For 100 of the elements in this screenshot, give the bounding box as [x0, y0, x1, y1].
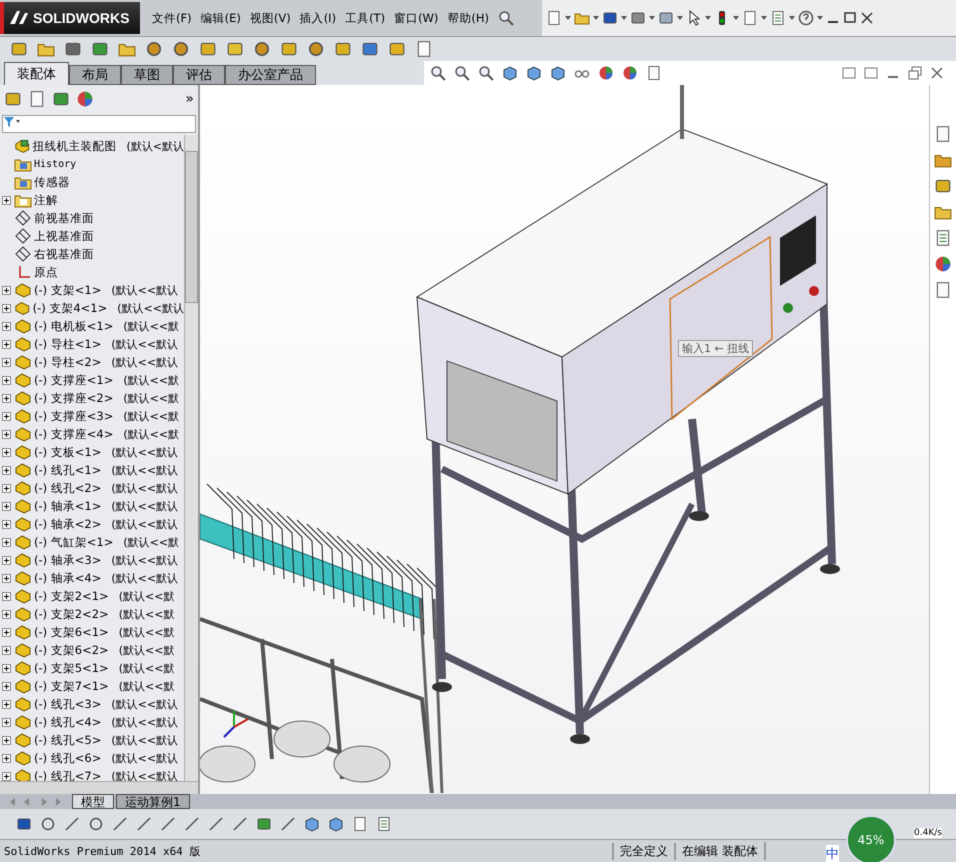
tree-item[interactable]: (-) 支架2<2>	[34, 606, 109, 622]
close-icon[interactable]	[860, 11, 874, 25]
menu-item[interactable]: 窗口(W)	[394, 10, 438, 26]
expand-icon[interactable]	[2, 502, 10, 510]
filter-icon[interactable]	[3, 116, 21, 128]
zoom-icon[interactable]	[430, 65, 446, 81]
cube-icon[interactable]	[328, 816, 344, 832]
menu-item[interactable]: 工具(T)	[345, 10, 386, 26]
expand-icon[interactable]	[2, 322, 10, 330]
line-icon[interactable]	[112, 816, 128, 832]
line-icon[interactable]	[136, 816, 152, 832]
tree-item[interactable]: 原点	[34, 264, 58, 280]
expand-icon[interactable]	[2, 466, 10, 474]
tree-item[interactable]: (-) 导柱<2>	[34, 354, 102, 370]
tree-item[interactable]: (-) 线孔<5>	[34, 732, 102, 748]
line-icon[interactable]	[184, 816, 200, 832]
command-tab[interactable]: 布局	[69, 65, 121, 85]
expand-icon[interactable]	[2, 682, 10, 690]
tree-item[interactable]: (-) 支撑座<3>	[34, 408, 114, 424]
dropdown-arrow-icon[interactable]	[593, 16, 599, 20]
model-tab[interactable]: 运动算例1	[116, 794, 190, 809]
page-icon[interactable]	[546, 10, 562, 26]
tree-item[interactable]: (-) 轴承<1>	[34, 498, 102, 514]
line-icon[interactable]	[160, 816, 176, 832]
expand-icon[interactable]	[2, 376, 10, 384]
expand-icon[interactable]	[2, 340, 10, 348]
expand-icon[interactable]	[2, 484, 10, 492]
scroll-thumb[interactable]	[185, 151, 198, 303]
close-icon[interactable]	[930, 66, 944, 80]
page-icon[interactable]	[742, 10, 758, 26]
filter-field[interactable]	[2, 115, 196, 133]
expand-icon[interactable]	[2, 196, 10, 204]
cube-icon[interactable]	[550, 65, 566, 81]
page-icon[interactable]	[934, 281, 952, 299]
expand-icon[interactable]	[2, 430, 10, 438]
zoom-icon[interactable]	[498, 10, 514, 26]
tree-item[interactable]: (-) 支撑座<1>	[34, 372, 114, 388]
cube-icon[interactable]	[526, 65, 542, 81]
dropdown-arrow-icon[interactable]	[817, 16, 823, 20]
tree-item[interactable]: 前视基准面	[34, 210, 94, 226]
tree-item[interactable]: (-) 轴承<4>	[34, 570, 102, 586]
page-icon[interactable]	[28, 90, 46, 108]
tree-item[interactable]: (-) 支架<1>	[34, 282, 102, 298]
command-tab[interactable]: 草图	[121, 65, 173, 85]
tree-item[interactable]: (-) 支架6<1>	[34, 624, 109, 640]
page-icon[interactable]	[646, 65, 662, 81]
expand-icon[interactable]	[2, 556, 10, 564]
tree-item[interactable]: 扭线机主装配图	[32, 138, 116, 154]
menu-item[interactable]: 文件(F)	[152, 10, 192, 26]
list-icon[interactable]	[770, 10, 786, 26]
tree-item[interactable]: (-) 线孔<7>	[34, 768, 102, 781]
dropdown-arrow-icon[interactable]	[733, 16, 739, 20]
expand-icon[interactable]	[2, 394, 10, 402]
tree-item[interactable]: (-) 气缸架<1>	[34, 534, 114, 550]
ball-icon[interactable]	[598, 65, 614, 81]
split-view-icon[interactable]	[864, 66, 878, 80]
ball-icon[interactable]	[76, 90, 94, 108]
tree-item[interactable]: 上视基准面	[34, 228, 94, 244]
expand-icon[interactable]	[2, 628, 10, 636]
ball-icon[interactable]	[934, 255, 952, 273]
tree-item[interactable]: 注解	[34, 192, 58, 208]
dropdown-arrow-icon[interactable]	[621, 16, 627, 20]
tree-item[interactable]: (-) 支架2<1>	[34, 588, 109, 604]
expand-icon[interactable]	[2, 772, 10, 780]
tree-item[interactable]: (-) 支架7<1>	[34, 678, 109, 694]
menu-item[interactable]: 视图(V)	[250, 10, 291, 26]
list-icon[interactable]	[376, 816, 392, 832]
expand-icon[interactable]	[2, 538, 10, 546]
input-method-indicator[interactable]: 中	[826, 845, 839, 862]
tree-item[interactable]: (-) 支撑座<4>	[34, 426, 114, 442]
tree-item[interactable]: (-) 线孔<3>	[34, 696, 102, 712]
expand-icon[interactable]	[2, 358, 10, 366]
dropdown-arrow-icon[interactable]	[789, 16, 795, 20]
tree-item[interactable]: (-) 支撑座<2>	[34, 390, 114, 406]
expand-icon[interactable]	[2, 754, 10, 762]
split-view-icon[interactable]	[842, 66, 856, 80]
expand-icon[interactable]	[2, 592, 10, 600]
page-icon[interactable]	[934, 125, 952, 143]
tree-item[interactable]: (-) 支架4<1>	[32, 300, 108, 316]
circle-icon[interactable]	[40, 816, 56, 832]
expand-icon[interactable]	[2, 412, 10, 420]
menu-item[interactable]: 帮助(H)	[447, 10, 490, 26]
page-icon[interactable]	[352, 816, 368, 832]
circle-icon[interactable]	[88, 816, 104, 832]
tree-item[interactable]: (-) 线孔<4>	[34, 714, 102, 730]
dropdown-arrow-icon[interactable]	[649, 16, 655, 20]
command-tab[interactable]: 装配体	[4, 62, 69, 85]
zoom-icon[interactable]	[478, 65, 494, 81]
tree-item[interactable]: (-) 轴承<3>	[34, 552, 102, 568]
tree-item[interactable]: (-) 电机板<1>	[34, 318, 114, 334]
expand-icon[interactable]	[2, 448, 10, 456]
line-icon[interactable]	[232, 816, 248, 832]
scrollbar[interactable]	[184, 135, 198, 781]
expand-icon[interactable]	[2, 664, 10, 672]
page-icon[interactable]	[415, 40, 433, 58]
tree-item[interactable]: (-) 线孔<2>	[34, 480, 102, 496]
tree-item[interactable]: (-) 支架6<2>	[34, 642, 109, 658]
expand-icon[interactable]	[2, 286, 10, 294]
menu-item[interactable]: 插入(I)	[300, 10, 336, 26]
line-icon[interactable]	[64, 816, 80, 832]
